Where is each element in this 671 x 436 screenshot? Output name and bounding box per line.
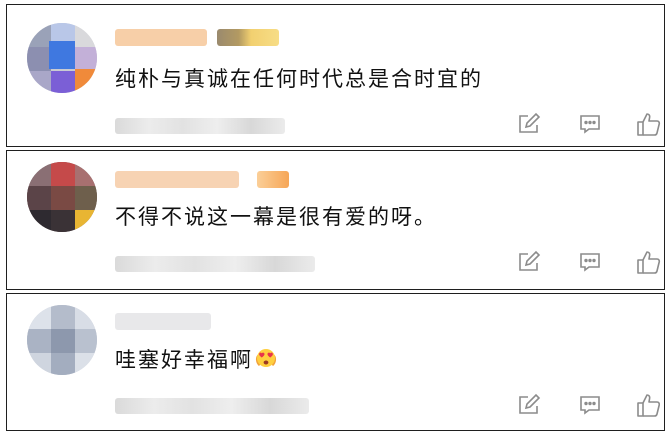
comment-meta-blurred xyxy=(115,118,285,134)
thumbs-up-icon xyxy=(637,394,661,417)
edit-button[interactable] xyxy=(514,390,544,420)
edit-icon xyxy=(519,393,541,414)
thumbs-up-icon xyxy=(637,251,661,274)
edit-button[interactable] xyxy=(514,247,544,277)
comment-card: 纯朴与真诚在任何时代总是合时宜的 xyxy=(6,4,665,147)
edit-icon xyxy=(519,112,541,133)
comment-meta-blurred xyxy=(115,398,309,414)
reply-button[interactable] xyxy=(575,247,605,277)
comment-actions xyxy=(464,390,664,420)
avatar[interactable] xyxy=(27,305,97,375)
like-button[interactable] xyxy=(634,247,664,277)
reply-button[interactable] xyxy=(575,109,605,139)
user-badge-blurred xyxy=(217,29,279,46)
comment-icon xyxy=(580,115,600,134)
comment-card: 哇塞好幸福啊 xyxy=(6,293,665,431)
like-button[interactable] xyxy=(634,390,664,420)
comment-icon xyxy=(580,396,600,415)
user-badge-blurred xyxy=(257,171,289,188)
like-button[interactable] xyxy=(634,109,664,139)
comment-text-content: 哇塞好幸福啊 xyxy=(115,348,253,372)
username-blurred[interactable] xyxy=(115,171,239,188)
comment-actions xyxy=(464,109,664,139)
reply-button[interactable] xyxy=(575,390,605,420)
comment-meta-blurred xyxy=(115,256,315,272)
avatar[interactable] xyxy=(27,162,97,232)
comment-actions xyxy=(464,247,664,277)
edit-button[interactable] xyxy=(514,109,544,139)
comment-text: 不得不说这一幕是很有爱的呀。 xyxy=(115,205,437,229)
edit-icon xyxy=(519,250,541,271)
comment-text: 纯朴与真诚在任何时代总是合时宜的 xyxy=(115,67,483,91)
avatar[interactable] xyxy=(27,23,97,93)
thumbs-up-icon xyxy=(637,113,661,136)
username-blurred[interactable] xyxy=(115,29,207,46)
comment-card: 不得不说这一幕是很有爱的呀。 xyxy=(6,150,665,290)
heart-eyes-emoji-icon xyxy=(255,349,277,367)
username-blurred[interactable] xyxy=(115,313,211,330)
comment-text: 哇塞好幸福啊 xyxy=(115,344,278,374)
comment-icon xyxy=(580,253,600,272)
